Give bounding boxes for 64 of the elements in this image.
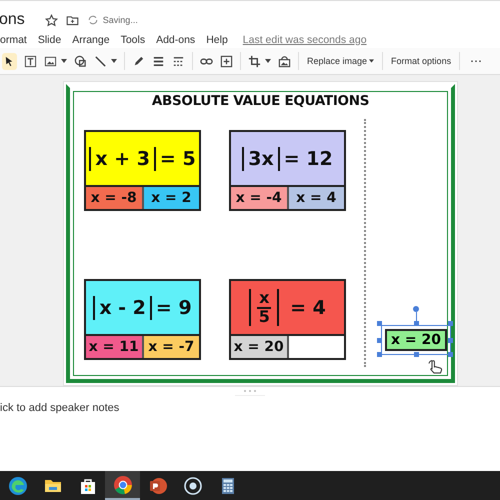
folder-icon[interactable] (66, 14, 79, 26)
answer-tile[interactable]: x = 4 (288, 187, 344, 209)
menu-item[interactable]: ormat (0, 34, 27, 46)
equation-text: 3x = 12 (242, 146, 333, 170)
resize-handle[interactable] (377, 338, 382, 343)
equation-text: x - 2 = 9 (93, 296, 192, 320)
star-icon[interactable] (44, 14, 58, 26)
resize-handle[interactable] (414, 321, 419, 326)
menu-item[interactable]: Slide (38, 34, 62, 46)
answer-tile[interactable]: x = -7 (144, 336, 199, 358)
more-button[interactable]: ⋯ (467, 54, 486, 68)
taskbar-app[interactable] (105, 471, 140, 500)
answer-tile[interactable]: x = 2 (144, 187, 199, 209)
document-title[interactable]: ons (0, 11, 25, 29)
border-weight-icon[interactable] (152, 54, 165, 68)
equation-card[interactable]: x + 3 = 5 (84, 130, 201, 185)
answer-tile[interactable]: x = -4 (231, 187, 288, 209)
equation-card[interactable]: x 5 = 4 (229, 279, 346, 334)
replace-image-button[interactable]: Replace image (306, 54, 376, 68)
image-reset-icon[interactable] (278, 54, 291, 68)
slide-title: ABSOLUTE VALUE EQUATIONS (150, 92, 370, 109)
resize-handle[interactable] (448, 338, 453, 343)
border-dash-icon[interactable] (172, 54, 185, 68)
last-edit-link[interactable]: Last edit was seconds ago (242, 34, 367, 46)
menu-item[interactable]: Arrange (72, 34, 110, 46)
resize-handle[interactable] (414, 352, 419, 357)
slide[interactable]: ABSOLUTE VALUE EQUATIONS x + 3 = 5 x = -8 x = 2 3x = 12 x = -4 x = 4 x - 2 = 9 x = 11 x = -7 x 5 = 4 x = 20 x = 20 (63, 81, 458, 386)
hand-pointer-icon (427, 359, 445, 375)
sync-icon (86, 14, 99, 26)
resize-handle[interactable] (448, 352, 453, 357)
menu-item[interactable]: Help (206, 34, 228, 46)
equation-text: x + 3 = 5 (89, 146, 196, 170)
shape-icon[interactable] (74, 54, 87, 68)
select-tool[interactable] (2, 52, 17, 70)
answer-tile[interactable]: x = 11 (86, 336, 144, 358)
answer-tile[interactable]: x = 20 (385, 329, 447, 351)
saving-status: Saving... (102, 15, 138, 25)
resize-handle[interactable] (377, 352, 382, 357)
image-icon[interactable] (44, 54, 57, 68)
pointer-icon (4, 56, 15, 66)
caret-icon (369, 59, 374, 63)
resize-handle[interactable] (448, 321, 453, 326)
line-icon[interactable] (94, 54, 107, 68)
equation-text: x 5 = 4 (249, 288, 326, 326)
resize-handle[interactable] (377, 321, 382, 326)
caret-icon[interactable] (265, 59, 271, 63)
caret-icon[interactable] (111, 59, 117, 63)
equation-card[interactable]: 3x = 12 (229, 130, 346, 185)
edge-icon (8, 476, 28, 496)
equation-card[interactable]: x - 2 = 9 (84, 279, 201, 334)
answer-tile[interactable]: x = -8 (86, 187, 144, 209)
add-comment-icon[interactable] (220, 54, 233, 68)
chrome-icon (112, 474, 132, 494)
answer-tile[interactable]: x = 20 (231, 336, 288, 358)
text-box-icon[interactable] (24, 54, 37, 68)
menu-item[interactable]: Tools (120, 34, 146, 46)
presentation-app-icon (148, 476, 168, 496)
crop-icon[interactable] (248, 54, 261, 68)
circle-record-icon (182, 476, 202, 496)
format-options-button[interactable]: Format options (390, 54, 452, 68)
menu-item[interactable]: Add-ons (156, 34, 196, 46)
pen-icon[interactable] (132, 54, 145, 68)
speaker-notes-placeholder[interactable]: ick to add speaker notes (0, 396, 500, 414)
caret-icon[interactable] (61, 59, 67, 63)
